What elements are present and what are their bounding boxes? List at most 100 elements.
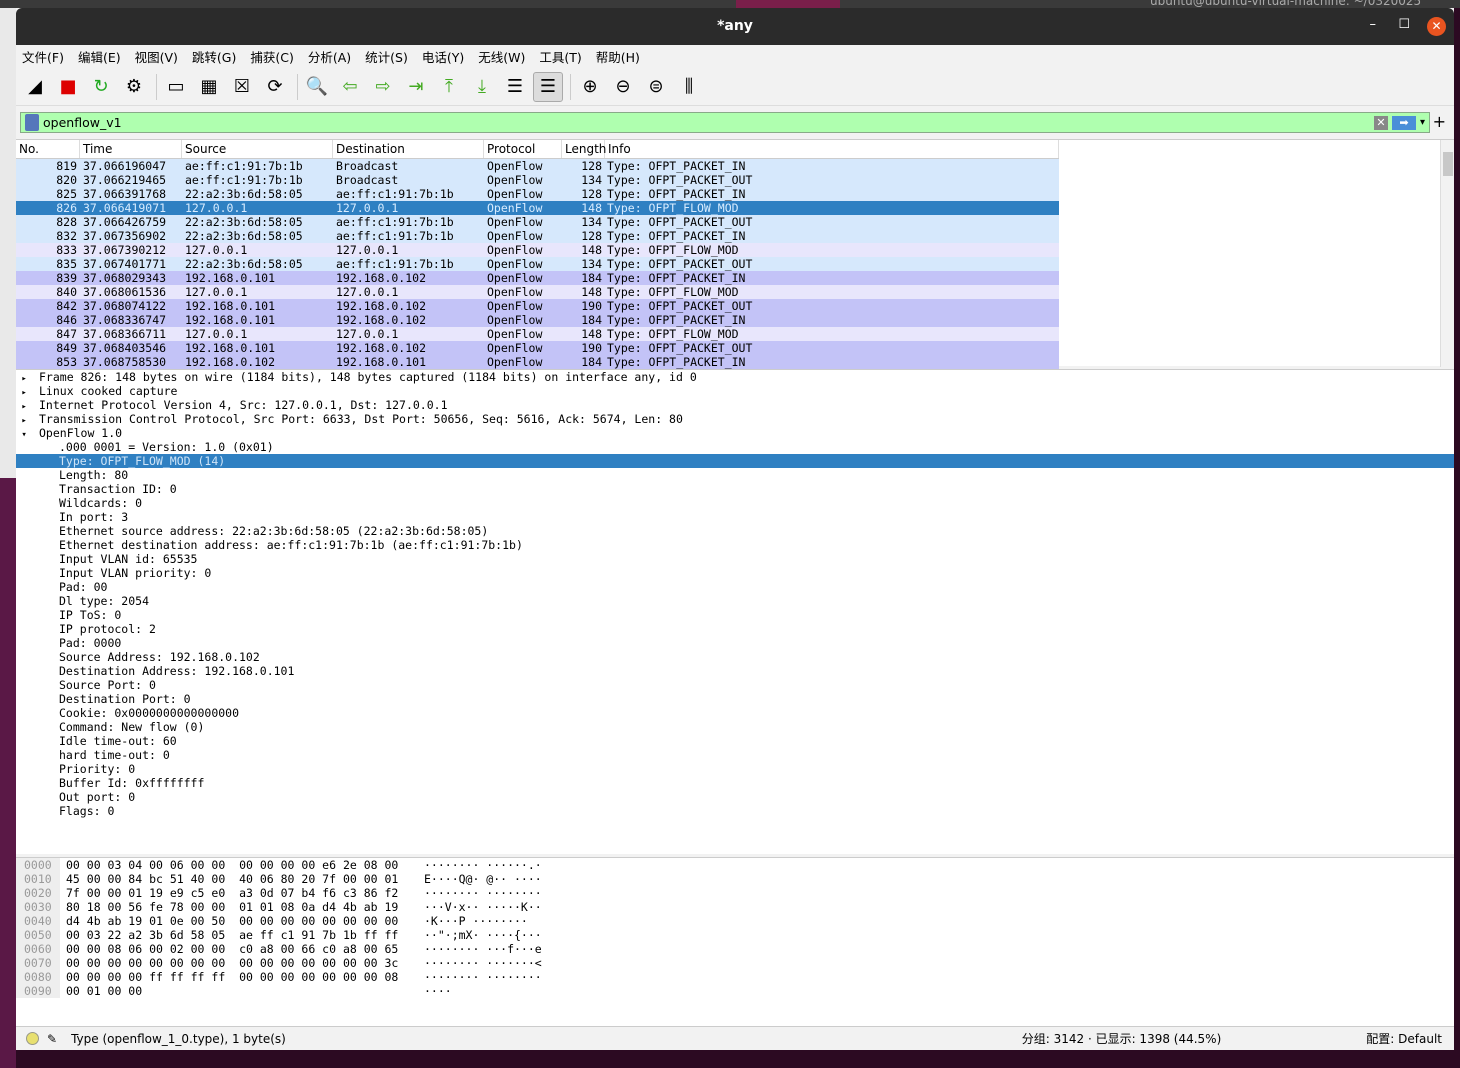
column-header-info[interactable]: Info bbox=[605, 140, 1059, 158]
detail-tree-item[interactable]: Wildcards: 0 bbox=[16, 496, 1454, 510]
detail-tree-item[interactable]: Pad: 00 bbox=[16, 580, 1454, 594]
hex-ascii[interactable]: ········ ········ bbox=[424, 970, 542, 984]
packet-row[interactable]: 847 37.068366711 127.0.0.1 127.0.0.1 OpenFlo… bbox=[16, 327, 1059, 341]
stop-capture-button[interactable]: ■ bbox=[53, 72, 83, 102]
menu-item[interactable]: 跳转(G) bbox=[192, 47, 236, 66]
maximize-button[interactable]: ☐ bbox=[1398, 17, 1410, 32]
minimize-button[interactable]: – bbox=[1370, 17, 1377, 32]
hex-bytes[interactable]: 00 00 00 00 00 00 00 00 00 00 00 00 00 0… bbox=[66, 956, 406, 970]
detail-tree-item[interactable]: ▸ Linux cooked capture bbox=[16, 384, 1454, 398]
detail-tree-item[interactable]: Idle time-out: 60 bbox=[16, 734, 1454, 748]
go-first-button[interactable]: ⤒ bbox=[434, 72, 464, 102]
hex-bytes[interactable]: 00 03 22 a2 3b 6d 58 05 ae ff c1 91 7b 1… bbox=[66, 928, 406, 942]
packet-row[interactable]: 833 37.067390212 127.0.0.1 127.0.0.1 OpenFlo… bbox=[16, 243, 1059, 257]
hex-bytes[interactable]: 80 18 00 56 fe 78 00 00 01 01 08 0a d4 4… bbox=[66, 900, 406, 914]
detail-tree-item[interactable]: In port: 3 bbox=[16, 510, 1454, 524]
packet-list-scrollbar[interactable] bbox=[1440, 140, 1454, 367]
menu-item[interactable]: 电话(Y) bbox=[422, 47, 464, 66]
packet-row[interactable]: 819 37.066196047 ae:ff:c1:91:7b:1b Broadcas… bbox=[16, 159, 1059, 173]
column-header-time[interactable]: Time bbox=[80, 140, 182, 158]
hex-bytes[interactable]: 00 00 00 00 ff ff ff ff 00 00 00 00 00 0… bbox=[66, 970, 406, 984]
packet-row[interactable]: 825 37.066391768 22:a2:3b:6d:58:05 ae:ff:c1… bbox=[16, 187, 1059, 201]
hex-bytes[interactable]: 7f 00 00 01 19 e9 c5 e0 a3 0d 07 b4 f6 c… bbox=[66, 886, 406, 900]
hex-ascii[interactable]: ········ ···f···e bbox=[424, 942, 542, 956]
detail-tree-item[interactable]: Source Address: 192.168.0.102 bbox=[16, 650, 1454, 664]
menu-item[interactable]: 文件(F) bbox=[22, 47, 64, 66]
menu-item[interactable]: 编辑(E) bbox=[78, 47, 121, 66]
detail-tree-item[interactable]: hard time-out: 0 bbox=[16, 748, 1454, 762]
hex-ascii[interactable]: ···· bbox=[424, 984, 452, 998]
restart-capture-button[interactable]: ↻ bbox=[86, 72, 116, 102]
packet-row[interactable]: 849 37.068403546 192.168.0.101 192.168.0.10… bbox=[16, 341, 1059, 355]
save-file-button[interactable]: ▦ bbox=[194, 72, 224, 102]
detail-tree-item[interactable]: Command: New flow (0) bbox=[16, 720, 1454, 734]
column-header-destination[interactable]: Destination bbox=[333, 140, 484, 158]
go-to-packet-button[interactable]: ⇥ bbox=[401, 72, 431, 102]
reload-file-button[interactable]: ⟳ bbox=[260, 72, 290, 102]
expert-info-icon[interactable] bbox=[26, 1032, 39, 1045]
resize-columns-button[interactable]: ⫼ bbox=[674, 72, 704, 102]
go-last-button[interactable]: ⤓ bbox=[467, 72, 497, 102]
detail-tree-item[interactable]: .000 0001 = Version: 1.0 (0x01) bbox=[16, 440, 1454, 454]
detail-tree-item[interactable]: Input VLAN priority: 0 bbox=[16, 566, 1454, 580]
close-file-button[interactable]: ☒ bbox=[227, 72, 257, 102]
detail-tree-item[interactable]: Destination Port: 0 bbox=[16, 692, 1454, 706]
packet-row[interactable]: 828 37.066426759 22:a2:3b:6d:58:05 ae:ff:c1… bbox=[16, 215, 1059, 229]
detail-tree-item[interactable]: Pad: 0000 bbox=[16, 636, 1454, 650]
hex-ascii[interactable]: ·K···P ········ bbox=[424, 914, 528, 928]
hex-ascii[interactable]: ········ ········ bbox=[424, 886, 542, 900]
status-profile[interactable]: 配置: Default bbox=[1366, 1030, 1442, 1047]
hex-bytes[interactable]: 00 00 03 04 00 06 00 00 00 00 00 00 e6 2… bbox=[66, 858, 406, 872]
hex-bytes[interactable]: 00 00 08 06 00 02 00 00 c0 a8 00 66 c0 a… bbox=[66, 942, 406, 956]
detail-tree-item[interactable]: Length: 80 bbox=[16, 468, 1454, 482]
detail-tree-item[interactable]: Ethernet destination address: ae:ff:c1:9… bbox=[16, 538, 1454, 552]
hex-bytes[interactable]: 00 01 00 00 bbox=[66, 984, 406, 998]
go-forward-button[interactable]: ⇨ bbox=[368, 72, 398, 102]
menu-item[interactable]: 无线(W) bbox=[478, 47, 525, 66]
packet-row[interactable]: 839 37.068029343 192.168.0.101 192.168.0.10… bbox=[16, 271, 1059, 285]
detail-tree-item[interactable]: Ethernet source address: 22:a2:3b:6d:58:… bbox=[16, 524, 1454, 538]
zoom-reset-button[interactable]: ⊜ bbox=[641, 72, 671, 102]
bookmark-icon[interactable] bbox=[25, 114, 39, 131]
detail-tree-item[interactable]: Destination Address: 192.168.0.101 bbox=[16, 664, 1454, 678]
column-header-no[interactable]: No. bbox=[16, 140, 80, 158]
zoom-out-button[interactable]: ⊖ bbox=[608, 72, 638, 102]
colorize-button[interactable]: ☰ bbox=[533, 71, 563, 102]
add-filter-button[interactable]: + bbox=[1433, 112, 1446, 131]
column-header-protocol[interactable]: Protocol bbox=[484, 140, 562, 158]
packet-row[interactable]: 840 37.068061536 127.0.0.1 127.0.0.1 OpenFlo… bbox=[16, 285, 1059, 299]
hex-ascii[interactable]: ········ ·······< bbox=[424, 956, 542, 970]
menu-item[interactable]: 捕获(C) bbox=[250, 47, 293, 66]
detail-tree-item[interactable]: Source Port: 0 bbox=[16, 678, 1454, 692]
close-button[interactable]: ✕ bbox=[1427, 17, 1446, 36]
detail-tree-item[interactable]: Out port: 0 bbox=[16, 790, 1454, 804]
menu-item[interactable]: 统计(S) bbox=[365, 47, 408, 66]
detail-tree-item[interactable]: ▾ OpenFlow 1.0 bbox=[16, 426, 1454, 440]
apply-filter-button[interactable]: ➡ bbox=[1391, 115, 1416, 130]
detail-tree-item[interactable]: Buffer Id: 0xffffffff bbox=[16, 776, 1454, 790]
hex-bytes[interactable]: d4 4b ab 19 01 0e 00 50 00 00 00 00 00 0… bbox=[66, 914, 406, 928]
packet-row[interactable]: 826 37.066419071 127.0.0.1 127.0.0.1 OpenFlo… bbox=[16, 201, 1059, 215]
detail-tree-item[interactable]: IP protocol: 2 bbox=[16, 622, 1454, 636]
edit-comment-icon[interactable]: ✎ bbox=[47, 1032, 57, 1046]
detail-tree-item[interactable]: Type: OFPT_FLOW_MOD (14) bbox=[16, 454, 1454, 468]
detail-tree-item[interactable]: Flags: 0 bbox=[16, 804, 1454, 818]
find-packet-button[interactable]: 🔍 bbox=[302, 72, 332, 102]
zoom-in-button[interactable]: ⊕ bbox=[575, 72, 605, 102]
display-filter-input[interactable] bbox=[43, 115, 1374, 130]
column-header-source[interactable]: Source bbox=[182, 140, 333, 158]
menu-item[interactable]: 分析(A) bbox=[308, 47, 351, 66]
hex-bytes[interactable]: 45 00 00 84 bc 51 40 00 40 06 80 20 7f 0… bbox=[66, 872, 406, 886]
start-capture-button[interactable]: ◢ bbox=[20, 72, 50, 102]
detail-tree-item[interactable]: Cookie: 0x0000000000000000 bbox=[16, 706, 1454, 720]
auto-scroll-button[interactable]: ☰ bbox=[500, 72, 530, 102]
packet-row[interactable]: 820 37.066219465 ae:ff:c1:91:7b:1b Broadcas… bbox=[16, 173, 1059, 187]
go-back-button[interactable]: ⇦ bbox=[335, 72, 365, 102]
detail-tree-item[interactable]: Dl type: 2054 bbox=[16, 594, 1454, 608]
capture-options-button[interactable]: ⚙ bbox=[119, 72, 149, 102]
packet-row[interactable]: 846 37.068336747 192.168.0.101 192.168.0.10… bbox=[16, 313, 1059, 327]
tree-expanded-arrow-icon[interactable]: ▾ bbox=[16, 428, 39, 442]
packet-row[interactable]: 853 37.068758530 192.168.0.102 192.168.0.10… bbox=[16, 355, 1059, 369]
column-header-length[interactable]: Length bbox=[562, 140, 606, 158]
menu-item[interactable]: 工具(T) bbox=[539, 47, 581, 66]
